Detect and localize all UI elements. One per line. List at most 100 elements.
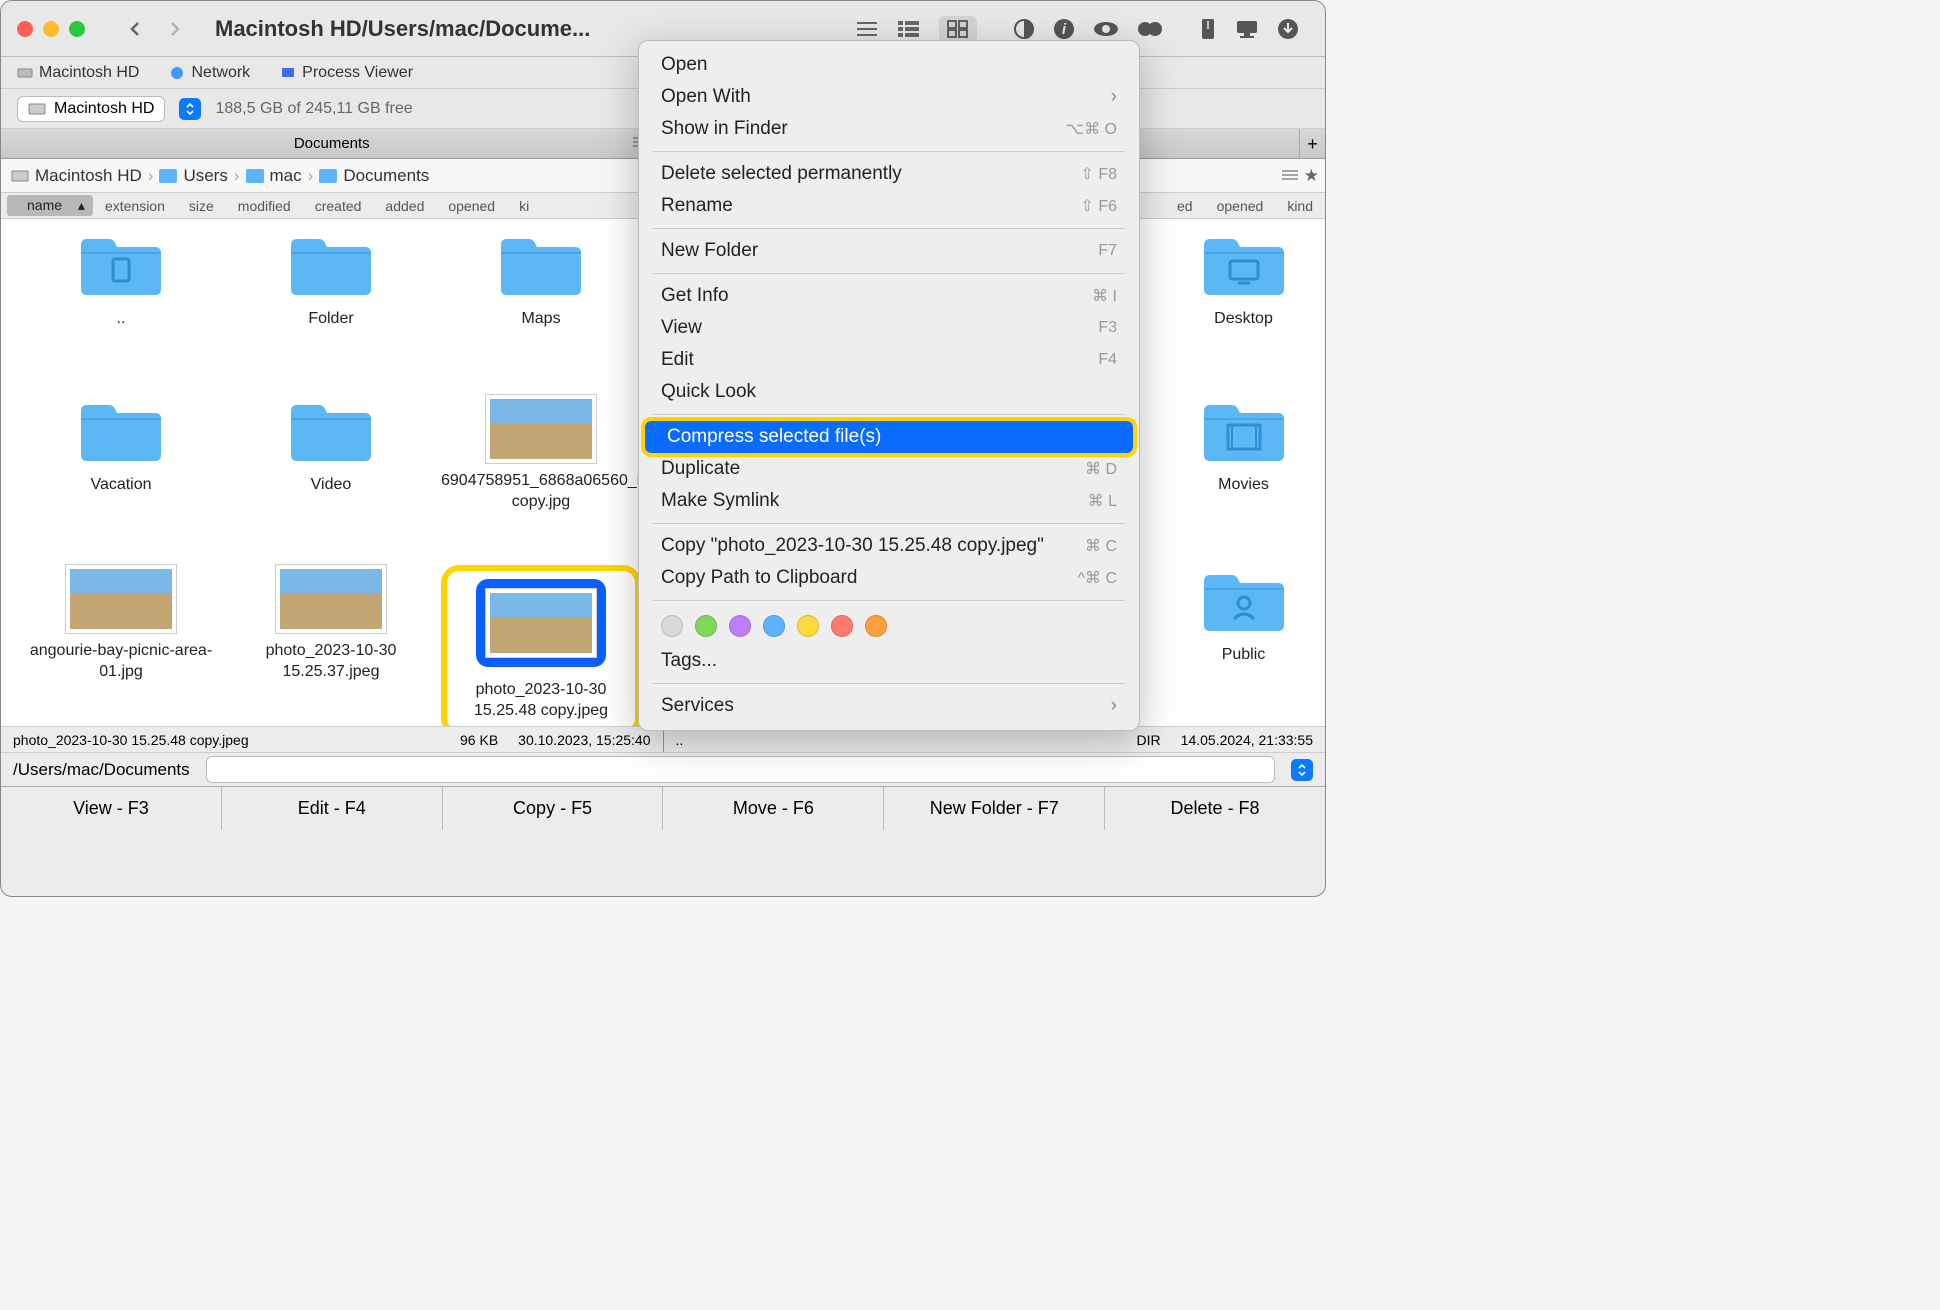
grid-item[interactable]: Desktop — [1144, 229, 1326, 330]
folder-icon — [319, 169, 337, 183]
function-bar: View - F3 Edit - F4 Copy - F5 Move - F6 … — [1, 786, 1325, 830]
view-list-icon[interactable] — [855, 20, 879, 38]
sort-name[interactable]: name ▴ — [7, 195, 93, 216]
ctx-make-symlink[interactable]: Make Symlink⌘ L — [639, 485, 1139, 517]
fn-delete[interactable]: Delete - F8 — [1105, 787, 1325, 830]
grid-item[interactable]: Maps — [441, 229, 641, 330]
ctx-copy-path-to-clipboard[interactable]: Copy Path to Clipboard^⌘ C — [639, 562, 1139, 594]
sort-col[interactable]: kind — [1275, 198, 1325, 214]
view-columns-icon[interactable] — [897, 20, 921, 38]
grid-item[interactable]: angourie-bay-picnic-area-01.jpg — [21, 565, 221, 683]
compress-icon[interactable] — [1199, 17, 1217, 41]
path-input[interactable] — [206, 756, 1275, 783]
status-size: DIR — [961, 732, 1181, 748]
breadcrumb-seg[interactable]: Users — [183, 166, 227, 186]
tab-network[interactable]: Network — [169, 64, 250, 82]
grid-item[interactable]: Public — [1144, 565, 1326, 666]
grid-item[interactable]: Vacation — [21, 395, 221, 496]
sort-added[interactable]: added — [373, 198, 436, 214]
ctx-delete-selected-permanently[interactable]: Delete selected permanently⇧ F8 — [639, 158, 1139, 190]
download-icon[interactable] — [1277, 18, 1299, 40]
item-label: Movies — [1144, 475, 1326, 496]
window-title: Macintosh HD/Users/mac/Docume... — [215, 16, 855, 42]
favorite-icon[interactable]: ★ — [1304, 166, 1319, 186]
fn-edit[interactable]: Edit - F4 — [222, 787, 443, 830]
forward-button[interactable] — [161, 15, 189, 43]
sort-size[interactable]: size — [177, 198, 226, 214]
separator — [653, 228, 1125, 229]
ctx-tags[interactable]: Tags... — [639, 645, 1139, 677]
zoom-icon[interactable] — [69, 21, 85, 37]
volume-dropdown-icon[interactable] — [179, 98, 201, 120]
tab-process-viewer[interactable]: Process Viewer — [280, 64, 413, 82]
list-toggle-icon[interactable] — [1282, 166, 1298, 186]
left-pane-header: Documents — [1, 129, 663, 159]
ctx-new-folder[interactable]: New FolderF7 — [639, 235, 1139, 267]
ctx-compress-selected-file-s[interactable]: Compress selected file(s) — [645, 421, 1133, 453]
tag-color-dot[interactable] — [661, 615, 683, 637]
sort-col[interactable]: opened — [1205, 198, 1276, 214]
toggle-dark-icon[interactable] — [1013, 18, 1035, 40]
breadcrumb-seg[interactable]: Macintosh HD — [35, 166, 142, 186]
left-pane: Documents Macintosh HD› Users› mac› Docu… — [1, 129, 664, 752]
tag-color-dot[interactable] — [831, 615, 853, 637]
breadcrumb-seg[interactable]: mac — [270, 166, 302, 186]
ctx-open-with[interactable]: Open With› — [639, 81, 1139, 113]
view-grid-icon[interactable] — [939, 16, 977, 42]
item-label: .. — [21, 309, 221, 330]
ctx-quick-look[interactable]: Quick Look — [639, 376, 1139, 408]
item-label: Desktop — [1144, 309, 1326, 330]
grid-item[interactable]: photo_2023-10-30 15.25.48 copy.jpeg — [441, 565, 641, 726]
grid-item[interactable]: Folder — [231, 229, 431, 330]
ctx-duplicate[interactable]: Duplicate⌘ D — [639, 453, 1139, 485]
grid-item[interactable]: photo_2023-10-30 15.25.37.jpeg — [231, 565, 431, 683]
sort-extension[interactable]: extension — [93, 198, 177, 214]
separator — [653, 600, 1125, 601]
folder-icon — [159, 169, 177, 183]
ctx-rename[interactable]: Rename⇧ F6 — [639, 190, 1139, 222]
grid-item[interactable]: 6904758951_6868a06560_b copy.jpg — [441, 395, 641, 513]
tag-color-dot[interactable] — [763, 615, 785, 637]
sort-modified[interactable]: modified — [226, 198, 303, 214]
fn-move[interactable]: Move - F6 — [663, 787, 884, 830]
sort-created[interactable]: created — [303, 198, 374, 214]
sort-opened[interactable]: opened — [436, 198, 507, 214]
ctx-open[interactable]: Open — [639, 49, 1139, 81]
ctx-copy-photo-2023-10-30-15-25-48-copy-jpeg[interactable]: Copy "photo_2023-10-30 15.25.48 copy.jpe… — [639, 530, 1139, 562]
volume-selector[interactable]: Macintosh HD — [17, 96, 165, 122]
back-button[interactable] — [121, 15, 149, 43]
item-label: Video — [231, 475, 431, 496]
network-drive-icon[interactable] — [1235, 19, 1259, 39]
tab-macintosh-hd[interactable]: Macintosh HD — [17, 64, 139, 82]
item-label: Public — [1144, 645, 1326, 666]
fn-view[interactable]: View - F3 — [1, 787, 222, 830]
ctx-get-info[interactable]: Get Info⌘ I — [639, 280, 1139, 312]
ctx-view[interactable]: ViewF3 — [639, 312, 1139, 344]
close-icon[interactable] — [17, 21, 33, 37]
folder-icon — [1198, 395, 1290, 467]
tag-color-dot[interactable] — [695, 615, 717, 637]
preview-icon[interactable] — [1093, 20, 1119, 38]
status-file: photo_2023-10-30 15.25.48 copy.jpeg — [13, 732, 298, 748]
ctx-edit[interactable]: EditF4 — [639, 344, 1139, 376]
ctx-services[interactable]: Services› — [639, 690, 1139, 722]
grid-item[interactable]: .. — [21, 229, 221, 330]
airdrop-icon[interactable] — [1137, 18, 1163, 40]
new-tab-button[interactable]: + — [1299, 129, 1325, 158]
sort-kind[interactable]: ki — [507, 198, 541, 214]
ctx-show-in-finder[interactable]: Show in Finder⌥⌘ O — [639, 113, 1139, 145]
grid-item[interactable]: Video — [231, 395, 431, 496]
grid-item[interactable]: Movies — [1144, 395, 1326, 496]
path-history-dropdown[interactable] — [1291, 759, 1313, 781]
info-icon[interactable]: i — [1053, 18, 1075, 40]
tag-color-dot[interactable] — [729, 615, 751, 637]
tag-color-dot[interactable] — [797, 615, 819, 637]
sort-col[interactable]: ed — [1165, 198, 1205, 214]
left-grid[interactable]: .. FolderMaps Vacation Video 6904758951_6868… — [1, 219, 663, 726]
breadcrumb-seg[interactable]: Documents — [343, 166, 429, 186]
minimize-icon[interactable] — [43, 21, 59, 37]
fn-copy[interactable]: Copy - F5 — [443, 787, 664, 830]
fn-new-folder[interactable]: New Folder - F7 — [884, 787, 1105, 830]
status-size: 96 KB — [298, 732, 518, 748]
tag-color-dot[interactable] — [865, 615, 887, 637]
